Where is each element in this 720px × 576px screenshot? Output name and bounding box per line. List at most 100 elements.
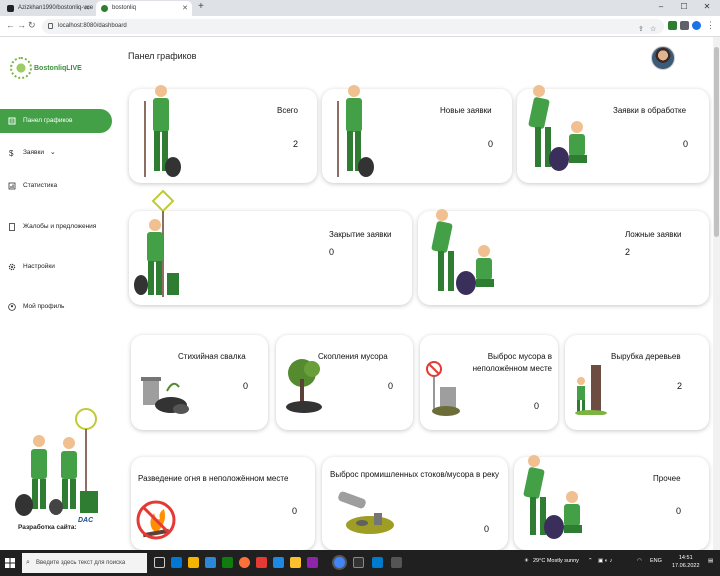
category-value: 2 [677,381,683,391]
document-icon [9,223,15,231]
logo-text: BostonliqLIVE [34,65,82,72]
stat-title: Заявки в обработке [613,106,687,115]
tray-icons[interactable]: ▣ ◐ ♪ [598,558,612,564]
close-tab-icon[interactable]: ✕ [84,1,90,16]
user-circle-icon [8,303,16,311]
app-icon[interactable] [256,557,267,568]
developer-label: Разработка сайта: [18,524,77,531]
logo-icon [10,57,32,79]
terminal-icon[interactable] [353,557,364,568]
tray-chevron-icon[interactable]: ⌃ [588,558,593,564]
dashboard-icon [8,117,16,125]
category-card-improper-disposal[interactable]: Выброс мусора в неположённом месте 0 [420,335,558,430]
cleaner-illustration [144,85,181,177]
profile-icon[interactable] [692,21,701,30]
close-window-button[interactable]: ✕ [696,0,718,14]
search-placeholder: Введите здесь текст для поиска [36,560,126,566]
stat-card-total[interactable]: Всего 2 [129,85,317,183]
task-view-icon[interactable] [154,557,165,568]
sidebar-item-statistics[interactable]: Статистика [0,174,112,198]
close-tab-icon[interactable]: ✕ [182,1,188,16]
vue-devtools-icon[interactable] [668,21,677,30]
sidebar-item-label: Заявки [23,149,44,156]
bookmark-star-icon[interactable]: ☆ [650,22,656,37]
notifications-icon[interactable]: ▤ [708,558,713,564]
sidebar-item-dashboard[interactable]: Панел графиков [0,109,112,133]
category-card-illegal-dump[interactable]: Стихийная свалка 0 [131,335,268,430]
category-value: 0 [292,506,298,516]
category-card-industrial-waste[interactable]: Выброс промишленных стоков/мусора в реку… [322,457,508,550]
app-icon[interactable] [222,557,233,568]
vscode-icon[interactable] [372,557,383,568]
app-icon[interactable] [290,557,301,568]
url-text: localhost:8080/dashboard [58,23,127,29]
developer-logo[interactable]: DAC [78,517,102,533]
stat-title: Закрытие заявки [329,230,392,239]
new-tab-button[interactable]: + [198,1,204,12]
sidebar-item-requests[interactable]: $ Заявки ⌄ [0,141,112,165]
stat-card-false[interactable]: Ложные заявки 2 [418,209,709,305]
menu-icon[interactable]: ⋮ [706,20,715,31]
sidebar-item-label: Жалобы и предложения [23,223,97,230]
tab-github[interactable]: Azizkhan1990/bostonliq-vue ✕ [2,1,94,16]
stat-card-new[interactable]: Новые заявки 0 [322,85,512,183]
windows-start-icon[interactable] [5,558,15,568]
language-indicator[interactable]: ENG [650,558,662,564]
volunteer-sign-illustration [134,189,179,297]
sidebar-item-complaints[interactable]: Жалобы и предложения [0,215,112,239]
category-card-other[interactable]: Прочее 0 [514,455,709,550]
pipe-waste-illustration [338,491,394,534]
cleaning-pair-illustration [431,209,494,295]
browser-tab-bar: Azizkhan1990/bostonliq-vue ✕ bostonliq ✕… [0,0,720,16]
edge-icon[interactable] [171,557,182,568]
windows-taskbar: ⌕ Введите здесь текст для поиска ☀ 29°C … [0,550,720,576]
share-icon[interactable]: ⇪ [638,22,644,37]
no-fire-illustration [136,500,176,540]
sidebar-item-settings[interactable]: Настройки [0,255,112,279]
forward-icon[interactable]: → [17,20,26,30]
taskbar-clock[interactable]: 14:51 17.06.2022 [672,554,700,570]
taskbar-search-input[interactable]: ⌕ Введите здесь текст для поиска [22,553,147,573]
page-scrollbar[interactable] [713,37,720,550]
gear-icon [8,263,16,271]
category-card-tree-cutting[interactable]: Вырубка деревьев 2 [565,335,709,430]
cleaner-illustration [337,85,374,177]
stat-card-processing[interactable]: Заявки в обработке 0 [517,85,709,183]
back-icon[interactable]: ← [6,20,15,30]
category-value: 0 [243,381,249,391]
sidebar: BostonliqLIVE Панел графиков $ Заявки ⌄ … [0,37,118,550]
chrome-icon[interactable] [334,557,345,568]
sidebar-item-label: Панел графиков [23,117,73,124]
store-icon[interactable] [205,557,216,568]
app-icon[interactable] [307,557,318,568]
category-card-garbage-piles[interactable]: Скопления мусора 0 [276,335,413,430]
file-explorer-icon[interactable] [188,557,199,568]
sidebar-item-label: Мой профиль [23,303,65,310]
search-icon: ⌕ [26,559,30,566]
extensions-icon[interactable] [680,21,689,30]
scrollbar-thumb[interactable] [714,47,719,237]
minimize-button[interactable]: – [650,0,672,14]
app-icon[interactable] [273,557,284,568]
tab-bostonliq[interactable]: bostonliq ✕ [96,1,192,16]
chart-icon [8,182,16,190]
firefox-icon[interactable] [239,557,250,568]
sidebar-item-profile[interactable]: Мой профиль [0,295,112,319]
wifi-icon[interactable]: ◠ [637,558,642,564]
chevron-down-icon[interactable]: ⌄ [50,149,56,156]
tab-title: Azizkhan1990/bostonliq-vue [18,5,94,11]
category-card-fire[interactable]: Разведение огня в неположённом месте 0 [131,457,315,550]
dollar-icon: $ [9,149,14,157]
weather-text[interactable]: 29°C Mostly sunny [533,558,579,564]
avatar[interactable] [651,46,675,70]
url-field[interactable]: localhost:8080/dashboard ⇪ ☆ [42,19,664,34]
vue-icon [101,5,108,12]
stat-card-closed[interactable]: Закрытие заявки 0 [129,189,412,305]
maximize-button[interactable]: ☐ [673,0,695,14]
category-title: Выброс мусора в неположённом месте [472,352,552,373]
category-value: 0 [676,506,682,516]
reload-icon[interactable]: ↻ [28,20,36,31]
tree-cutting-illustration [575,365,607,415]
stat-value: 0 [488,139,494,149]
app-icon[interactable] [391,557,402,568]
